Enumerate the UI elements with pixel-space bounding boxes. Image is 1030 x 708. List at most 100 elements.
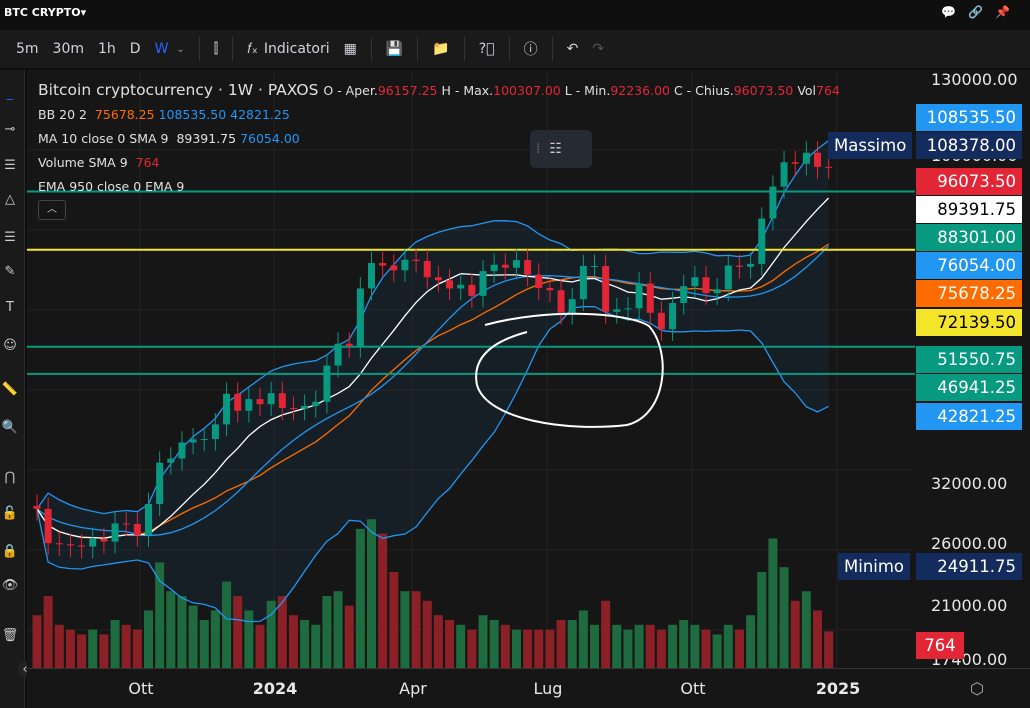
close-value: 96073.50 <box>733 83 794 98</box>
function-icon: 𝑓ₓ <box>247 41 258 57</box>
text-icon[interactable]: T <box>0 300 20 315</box>
save-icon[interactable]: 💾 <box>386 41 403 57</box>
drawing-toolbar: _ ⊸ ☰ △ ☰ ✎ T ☺ 📏 🔍 ⋂ 🔓 🔒 👁 🗑 ‹ <box>0 70 32 708</box>
interval-d[interactable]: D <box>130 41 141 57</box>
legend-volume[interactable]: Volume SMA 9 764 <box>38 151 840 175</box>
fib-icon[interactable]: ☰ <box>0 158 20 173</box>
time-label: 2025 <box>815 679 861 698</box>
volume-bar <box>88 629 98 668</box>
candle-body <box>133 523 141 536</box>
link-icon[interactable]: 🔗 <box>968 5 983 19</box>
legend-bb[interactable]: BB 20 2 75678.25 108535.50 42821.25 <box>38 103 840 127</box>
emoji-icon[interactable]: ☺ <box>0 338 20 353</box>
legend-ema[interactable]: EMA 950 close 0 EMA 9 <box>38 175 840 199</box>
ema-label: EMA 950 close 0 EMA 9 <box>38 179 185 194</box>
legend-ma[interactable]: MA 10 close 0 SMA 9 89391.75 76054.00 <box>38 127 840 151</box>
cursor-icon[interactable]: _ <box>0 86 20 101</box>
volume-bar <box>389 572 399 668</box>
settings-icon[interactable]: ⬡ <box>970 679 984 698</box>
chat-icon[interactable]: 💬 <box>941 5 956 19</box>
price-label: 46941.25 <box>916 374 1022 401</box>
price-tick: 32000.00 <box>931 474 1008 494</box>
pattern-icon[interactable]: △ <box>0 192 20 207</box>
close-label: C - Chius. <box>673 83 734 98</box>
candle-body <box>524 260 532 275</box>
brush-icon[interactable]: ✎ <box>0 264 20 279</box>
candle-body <box>89 538 97 547</box>
candle-body <box>390 265 398 271</box>
chevron-down-icon[interactable]: ⌄ <box>176 44 184 55</box>
price-label: 108378.00 <box>916 132 1022 159</box>
candle-body <box>66 544 74 546</box>
candle-body <box>624 308 632 310</box>
volume-bar <box>746 615 756 668</box>
hide-icon[interactable]: 👁 <box>0 578 20 593</box>
candle-body <box>234 393 242 411</box>
info-icon[interactable]: ⓘ <box>524 39 538 59</box>
volume-bar <box>779 567 789 668</box>
volume-bar <box>656 629 666 668</box>
candle-type-icon[interactable]: ⫿ <box>214 41 218 57</box>
candle-body <box>312 401 320 406</box>
interval-30m[interactable]: 30m <box>53 41 84 57</box>
volume-bar <box>590 624 599 668</box>
price-axis[interactable]: 130000.00100000.0040000.0032000.0026000.… <box>915 70 1030 669</box>
prediction-icon[interactable]: ☰ <box>0 230 20 245</box>
volume-bar <box>132 629 142 668</box>
interval-1h[interactable]: 1h <box>98 41 116 57</box>
undo-icon[interactable]: ↶ <box>567 41 579 57</box>
candle-body <box>368 263 375 289</box>
candle-body <box>211 424 219 440</box>
indicators-button[interactable]: Indicatori <box>264 41 330 57</box>
price-label: 75678.25 <box>916 280 1022 307</box>
volume-bar <box>801 591 811 668</box>
volume-bar <box>99 634 109 668</box>
drag-handle-icon[interactable]: ⁞ <box>536 141 540 157</box>
interval-w[interactable]: W <box>155 41 169 57</box>
help-icon[interactable]: ?⃝ <box>479 41 495 57</box>
candle-body <box>635 283 643 309</box>
object-tree-float-button[interactable]: ⁞ ☷ <box>530 130 592 168</box>
volume-bar <box>523 629 533 668</box>
volume-bar <box>110 620 120 668</box>
interval-5m[interactable]: 5m <box>16 41 39 57</box>
volume-bar <box>155 562 165 668</box>
candle-body <box>490 264 498 272</box>
volume-bar <box>177 596 187 668</box>
time-axis[interactable]: Ott 2024 Apr Lug Ott 2025 ⬡ <box>27 668 1030 708</box>
candle-body <box>702 277 710 294</box>
ruler-icon[interactable]: 📏 <box>0 382 20 397</box>
pin-icon[interactable]: 📌 <box>995 5 1010 19</box>
price-tick: 26000.00 <box>931 534 1008 554</box>
candle-body <box>178 442 186 459</box>
zoom-icon[interactable]: 🔍 <box>0 420 20 435</box>
lock-drawings-icon[interactable]: 🔓 <box>0 506 20 521</box>
candle-body <box>669 302 677 330</box>
folder-icon[interactable]: 📁 <box>432 41 449 57</box>
layout-grid-icon[interactable]: ▦ <box>344 41 357 57</box>
volume-bar <box>679 620 689 668</box>
volume-bar <box>612 624 622 668</box>
collapse-legend-button[interactable]: ︿ <box>38 200 66 220</box>
symbol-title: BTC CRYPTO <box>4 6 81 19</box>
volume-bar <box>467 629 477 668</box>
candle-body <box>122 523 130 525</box>
candle-body <box>501 264 509 268</box>
low-value: 92236.00 <box>610 83 670 98</box>
candle-body <box>401 259 409 271</box>
chevron-down-icon: ▾ <box>80 6 87 19</box>
volume-bar <box>723 624 733 668</box>
magnet-icon[interactable]: ⋂ <box>0 470 20 485</box>
candle-body <box>278 393 286 408</box>
trendline-icon[interactable]: ⊸ <box>0 122 20 137</box>
ma-label: MA 10 close 0 SMA 9 <box>38 131 169 146</box>
volume-bar <box>233 596 243 668</box>
price-label: 96073.50 <box>916 168 1022 195</box>
symbol-selector[interactable]: BTC CRYPTO▾ <box>4 6 86 19</box>
time-label: 2024 <box>252 679 298 698</box>
volume-bar <box>411 591 421 668</box>
volume-bar <box>578 610 588 668</box>
redo-icon[interactable]: ↷ <box>592 41 604 57</box>
lock-icon[interactable]: 🔒 <box>0 544 20 559</box>
trash-icon[interactable]: 🗑 <box>0 628 20 643</box>
